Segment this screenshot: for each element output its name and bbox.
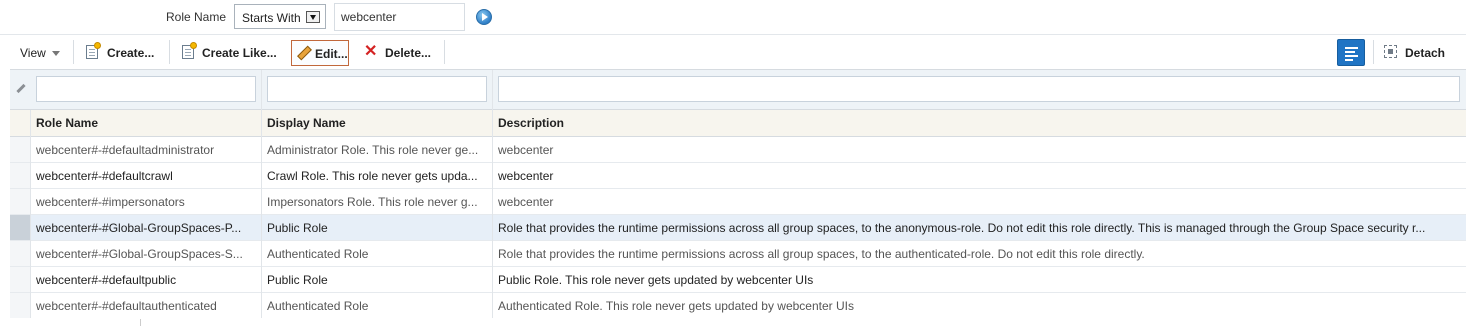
role-name-search-input[interactable] [334, 3, 465, 31]
create-label: Create... [107, 46, 155, 60]
detach-label: Detach [1405, 46, 1446, 60]
create-like-label: Create Like... [202, 46, 277, 60]
table-row[interactable]: webcenter#-#Global-GroupSpaces-P... Publi… [10, 215, 1466, 241]
cell-display-name: Authenticated Role [267, 247, 369, 261]
edit-label: Edit... [315, 47, 348, 61]
operator-select[interactable]: Starts With [234, 4, 326, 29]
create-doc-icon [86, 42, 101, 59]
toolbar-separator [73, 40, 74, 64]
create-button[interactable]: Create... [86, 40, 160, 66]
filter-display-name-input[interactable] [267, 76, 487, 102]
column-divider [261, 70, 262, 319]
cell-role-name: webcenter#-#defaultadministrator [36, 143, 215, 157]
toolbar: View Create... Create Like... Edit... ✕ … [0, 35, 1466, 69]
create-like-doc-icon [182, 42, 197, 59]
view-menu[interactable]: View [12, 40, 64, 66]
column-divider [492, 70, 493, 319]
cell-display-name: Public Role [267, 273, 328, 287]
pencil-icon [297, 45, 312, 61]
operator-value: Starts With [242, 11, 301, 25]
cell-display-name: Crawl Role. This role never gets upda... [267, 169, 478, 183]
delete-button[interactable]: ✕ Delete... [364, 40, 434, 66]
column-header-description[interactable]: Description [498, 116, 564, 130]
filter-description-input[interactable] [498, 76, 1460, 102]
go-arrow-icon[interactable] [476, 9, 492, 25]
cell-display-name: Impersonators Role. This role never g... [267, 195, 478, 209]
search-bar: Role Name Starts With [0, 0, 1466, 34]
detach-icon [1384, 45, 1397, 58]
table-row[interactable]: webcenter#-#defaultpublic Public Role Publ… [10, 267, 1466, 293]
column-divider [30, 110, 31, 319]
cell-role-name: webcenter#-#Global-GroupSpaces-P... [36, 221, 242, 235]
toolbar-separator [169, 40, 170, 64]
delete-label: Delete... [385, 46, 432, 60]
cell-role-name: webcenter#-#impersonators [36, 195, 185, 209]
edit-button[interactable]: Edit... [291, 40, 349, 66]
horizontal-scrollbar[interactable] [10, 318, 1466, 326]
filter-pencil-icon[interactable] [16, 83, 26, 94]
cell-display-name: Public Role [267, 221, 328, 235]
cell-role-name: webcenter#-#defaultcrawl [36, 169, 173, 183]
column-header-display-name[interactable]: Display Name [267, 116, 346, 130]
row-selector[interactable] [10, 293, 31, 318]
row-selector[interactable] [10, 137, 31, 162]
column-header-role-name[interactable]: Role Name [36, 116, 98, 130]
caret-down-icon [52, 51, 60, 56]
toolbar-separator [444, 40, 445, 64]
cell-role-name: webcenter#-#Global-GroupSpaces-S... [36, 247, 243, 261]
table-row[interactable]: webcenter#-#defaultauthenticated Authenti… [10, 293, 1466, 319]
role-name-label: Role Name [166, 10, 227, 24]
detach-button[interactable]: Detach [1384, 40, 1454, 66]
table-header: Role Name Display Name Description [10, 110, 1466, 137]
cell-description: webcenter [498, 143, 554, 157]
table-row[interactable]: webcenter#-#Global-GroupSpaces-S... Authe… [10, 241, 1466, 267]
filter-role-name-input[interactable] [36, 76, 256, 102]
table-row[interactable]: webcenter#-#defaultcrawl Crawl Role. This… [10, 163, 1466, 189]
query-by-example-row [10, 70, 1466, 110]
cell-display-name: Administrator Role. This role never ge..… [267, 143, 479, 157]
cell-role-name: webcenter#-#defaultpublic [36, 273, 177, 287]
roles-table: Role Name Display Name Description webce… [10, 69, 1466, 319]
row-selector[interactable] [10, 189, 31, 214]
row-selector[interactable] [10, 267, 31, 292]
row-selector[interactable] [10, 163, 31, 188]
table-row[interactable]: webcenter#-#defaultadministrator Administ… [10, 137, 1466, 163]
toolbar-separator [1373, 40, 1374, 64]
row-selector[interactable] [10, 241, 31, 266]
cell-description: webcenter [498, 195, 554, 209]
column-layout-icon [1345, 47, 1358, 49]
column-layout-button[interactable] [1337, 39, 1365, 66]
row-selector[interactable] [10, 215, 31, 240]
cell-display-name: Authenticated Role [267, 299, 369, 313]
red-x-icon: ✕ [364, 43, 378, 60]
cell-description: Role that provides the runtime permissio… [498, 221, 1426, 235]
create-like-button[interactable]: Create Like... [182, 40, 282, 66]
cell-description: Authenticated Role. This role never gets… [498, 299, 854, 313]
cell-description: Public Role. This role never gets update… [498, 273, 814, 287]
chevron-down-icon[interactable] [306, 11, 320, 23]
cell-description: webcenter [498, 169, 554, 183]
cell-role-name: webcenter#-#defaultauthenticated [36, 299, 217, 313]
cell-description: Role that provides the runtime permissio… [498, 247, 1145, 261]
table-row[interactable]: webcenter#-#impersonators Impersonators R… [10, 189, 1466, 215]
view-menu-label: View [20, 46, 46, 60]
